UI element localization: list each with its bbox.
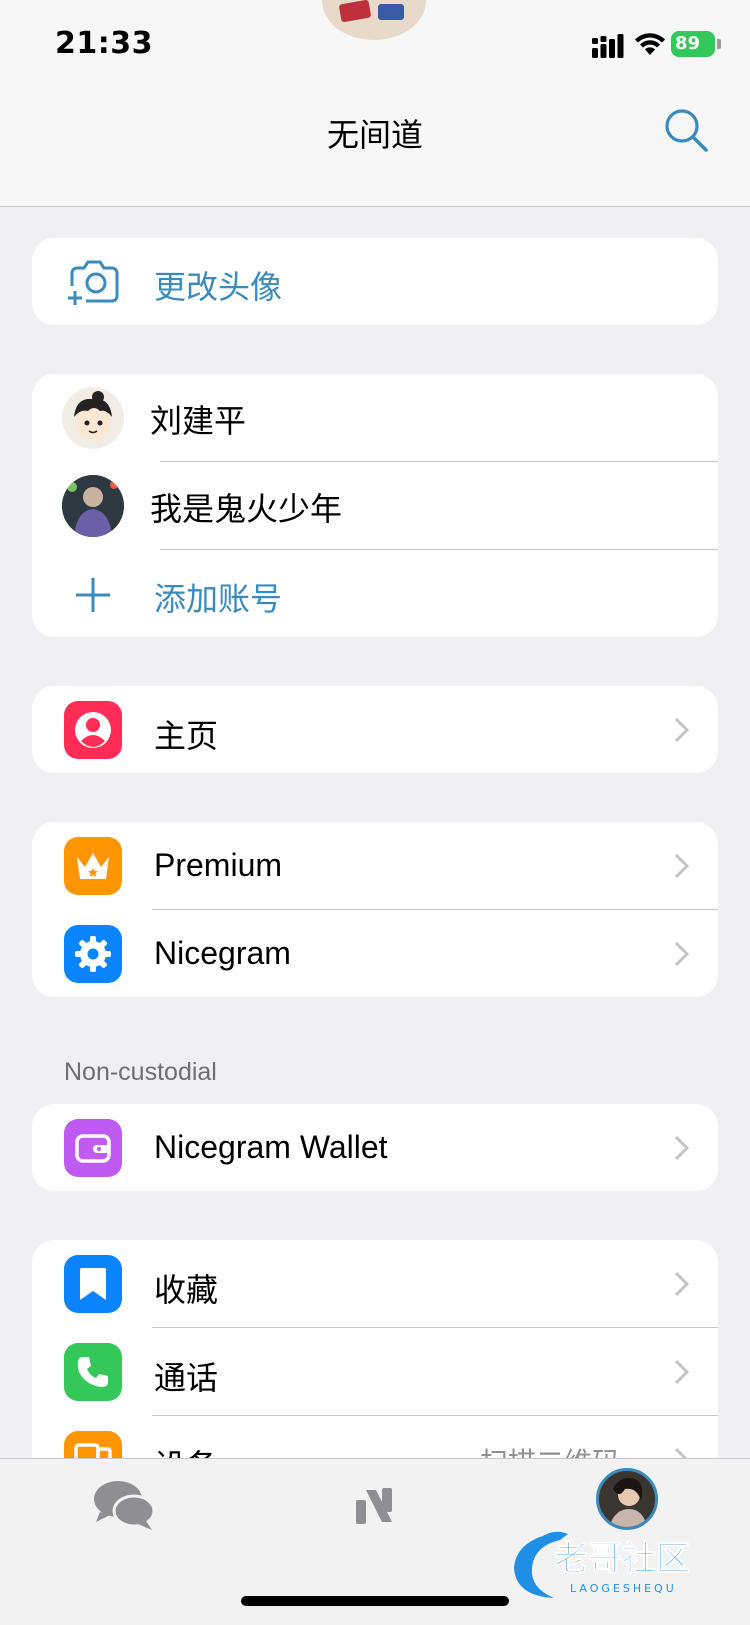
cartoon-avatar-icon (74, 391, 112, 439)
account-avatar (62, 387, 124, 449)
saved-messages-row[interactable]: 收藏 (154, 1265, 218, 1311)
status-time: 21:33 (55, 26, 153, 61)
watermark-subtext: LAOGESHEQU (570, 1582, 677, 1595)
page-title: 无间道 (326, 116, 423, 154)
profile-avatar-icon (599, 1471, 655, 1527)
profile-row[interactable] (32, 686, 718, 773)
chevron-right-icon (674, 1271, 690, 1297)
account-avatar (62, 475, 124, 537)
wifi-icon (635, 33, 665, 55)
premium-crown-icon (64, 837, 122, 895)
settings-tab-avatar[interactable] (596, 1468, 658, 1530)
divider (152, 1327, 718, 1328)
chevron-right-icon (674, 717, 690, 743)
gear-icon (64, 925, 122, 983)
bookmark-icon (64, 1255, 122, 1313)
battery-icon: 89 (671, 31, 715, 57)
battery-level: 89 (675, 33, 701, 54)
watermark-text: 老哥社区 (554, 1539, 690, 1579)
account-name[interactable]: 刘建平 (150, 396, 246, 442)
photo-avatar-icon (62, 475, 124, 537)
divider (152, 909, 718, 910)
chevron-right-icon (674, 1359, 690, 1385)
accounts-card (32, 374, 718, 637)
chevron-right-icon (674, 853, 690, 879)
profile-label: 主页 (154, 717, 219, 755)
set-profile-photo-button[interactable] (32, 238, 718, 325)
nicegram-row[interactable]: Nicegram (154, 935, 291, 972)
add-account-button[interactable]: 添加账号 (154, 574, 282, 620)
divider (160, 549, 718, 550)
wallet-icon (64, 1119, 122, 1177)
watermark-logo: 老哥社区 LAOGESHEQU (514, 1531, 691, 1598)
set-profile-photo-label: 更改头像 (154, 268, 283, 306)
plus-icon (76, 578, 110, 612)
section-header: Non-custodial (64, 1058, 217, 1086)
cellular-signal-icon (592, 34, 624, 58)
chats-tab-icon[interactable] (92, 1478, 156, 1534)
divider (160, 461, 718, 462)
account-name[interactable]: 我是鬼火少年 (150, 484, 342, 530)
wallet-label: Nicegram Wallet (154, 1129, 388, 1165)
premium-row[interactable]: Premium (154, 847, 282, 884)
search-icon[interactable] (662, 106, 710, 154)
chevron-right-icon (674, 941, 690, 967)
battery-tip (717, 39, 721, 49)
calls-row[interactable]: 通话 (154, 1353, 218, 1399)
home-indicator (241, 1596, 509, 1606)
profile-icon (64, 701, 122, 759)
phone-icon (64, 1343, 122, 1401)
chevron-right-icon (674, 1135, 690, 1161)
nicegram-tab-icon[interactable] (354, 1486, 394, 1526)
divider (152, 1415, 718, 1416)
camera-add-icon (68, 260, 119, 305)
